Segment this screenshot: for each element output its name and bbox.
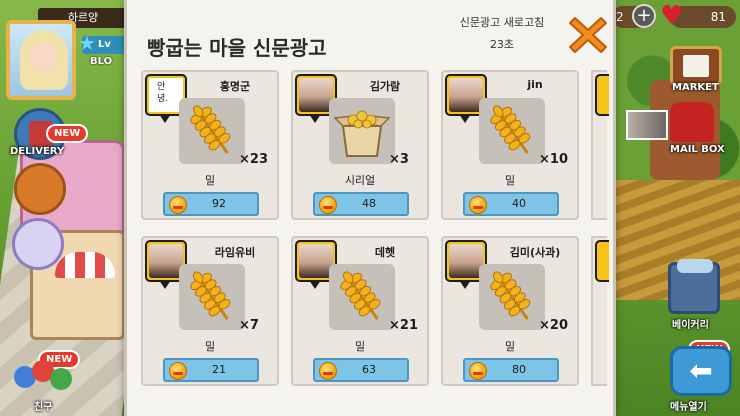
refresh-timer: 23초 <box>489 38 515 51</box>
price-value: 48 <box>362 197 376 210</box>
friends-label: 친구 <box>34 402 53 413</box>
delivery-label: DELIVERY <box>10 146 65 157</box>
seller-note: 안 녕. <box>149 78 183 112</box>
item-name: 시리얼 <box>344 174 376 187</box>
add-coins-button[interactable]: + <box>632 4 656 28</box>
seller-name: 김가람 <box>369 80 401 93</box>
panel-title: 빵굽는 마을 신문광고 <box>147 36 327 60</box>
seller-photo <box>449 244 483 278</box>
cereal-box-icon <box>329 98 395 164</box>
character-button[interactable] <box>14 163 66 215</box>
ad-card[interactable]: 김미(사과) ×20 밀 80 <box>441 236 579 386</box>
ad-card[interactable]: 데헷 ×21 밀 63 <box>291 236 429 386</box>
seller-avatar <box>595 74 609 116</box>
buy-button[interactable]: 80 <box>463 358 559 382</box>
coin-icon <box>169 362 187 380</box>
coin-icon <box>469 362 487 380</box>
buy-button[interactable]: 48 <box>313 192 409 216</box>
ad-card[interactable]: 라임유비 ×7 밀 21 <box>141 236 279 386</box>
item-quantity: ×20 <box>539 318 568 333</box>
avatar[interactable] <box>6 20 76 100</box>
item-quantity: ×3 <box>389 152 409 167</box>
ad-grid: 안 녕. 홍명군 ×23 밀 92 김가람 ×3 시리얼 48 jin ×10 밀 40 라임유비 ×7 밀 2… <box>141 70 613 410</box>
coin-icon <box>319 362 337 380</box>
price-value: 40 <box>512 197 526 210</box>
seller-photo <box>299 244 333 278</box>
player-profile[interactable]: 하르양 Lv ★ BLO <box>4 6 128 101</box>
item-name: 밀 <box>204 174 216 187</box>
wheat-icon <box>179 98 245 164</box>
seller-name: 데헷 <box>374 246 396 259</box>
mail-photo-thumbnail[interactable] <box>626 110 668 140</box>
item-quantity: ×23 <box>239 152 268 167</box>
close-icon <box>569 17 607 53</box>
refresh-label: 신문광고 새로고침 <box>459 16 545 29</box>
friends-button[interactable] <box>12 356 72 396</box>
coin-icon <box>469 196 487 214</box>
item-quantity: ×21 <box>389 318 418 333</box>
menu-open-button[interactable]: ⬅ <box>670 346 732 396</box>
seller-name: jin <box>527 78 543 91</box>
item-name: 밀 <box>504 174 516 187</box>
profile-blog-label: BLO <box>90 56 113 67</box>
heart-icon: ♥ <box>660 1 684 31</box>
wheat-icon <box>479 264 545 330</box>
bakery-label: 베이커리 <box>672 320 709 331</box>
arrow-left-icon: ⬅ <box>689 354 713 387</box>
close-button[interactable] <box>567 14 609 56</box>
price-value: 92 <box>212 197 226 210</box>
character-button[interactable] <box>12 218 64 270</box>
seller-name: 라임유비 <box>214 246 256 259</box>
mailbox-button[interactable] <box>670 102 714 142</box>
seller-name: 김미(사과) <box>509 246 561 259</box>
seller-photo <box>149 244 183 278</box>
ad-card-partial[interactable] <box>591 70 609 220</box>
seller-name: 홍명군 <box>219 80 251 93</box>
ad-card-partial[interactable] <box>591 236 609 386</box>
buy-button[interactable]: 92 <box>163 192 259 216</box>
wheat-icon <box>329 264 395 330</box>
market-label: MARKET <box>672 82 719 93</box>
coin-icon <box>319 196 337 214</box>
item-name: 밀 <box>354 340 366 353</box>
seller-photo <box>449 78 483 112</box>
price-value: 21 <box>212 363 226 376</box>
new-badge: NEW <box>46 124 89 143</box>
market-button[interactable] <box>670 46 722 86</box>
price-value: 80 <box>512 363 526 376</box>
item-name: 밀 <box>204 340 216 353</box>
item-name: 밀 <box>504 340 516 353</box>
seller-photo <box>299 78 333 112</box>
ad-card[interactable]: 안 녕. 홍명군 ×23 밀 92 <box>141 70 279 220</box>
ad-card[interactable]: jin ×10 밀 40 <box>441 70 579 220</box>
buy-button[interactable]: 21 <box>163 358 259 382</box>
striped-umbrella <box>55 252 115 278</box>
ad-card[interactable]: 김가람 ×3 시리얼 48 <box>291 70 429 220</box>
bakery-button[interactable] <box>668 259 720 314</box>
menu-label: 메뉴열기 <box>670 402 707 413</box>
newspaper-ad-panel: 빵굽는 마을 신문광고 신문광고 새로고침 23초 안 녕. 홍명군 ×23 밀 92 김… <box>124 0 616 416</box>
seller-avatar <box>595 240 609 282</box>
buy-button[interactable]: 40 <box>463 192 559 216</box>
wheat-icon <box>179 264 245 330</box>
star-icon: ★ <box>78 31 96 55</box>
wheat-icon <box>479 98 545 164</box>
mailbox-label: MAIL BOX <box>670 144 725 155</box>
buy-button[interactable]: 63 <box>313 358 409 382</box>
coin-icon <box>169 196 187 214</box>
item-quantity: ×10 <box>539 152 568 167</box>
price-value: 63 <box>362 363 376 376</box>
item-quantity: ×7 <box>239 318 259 333</box>
